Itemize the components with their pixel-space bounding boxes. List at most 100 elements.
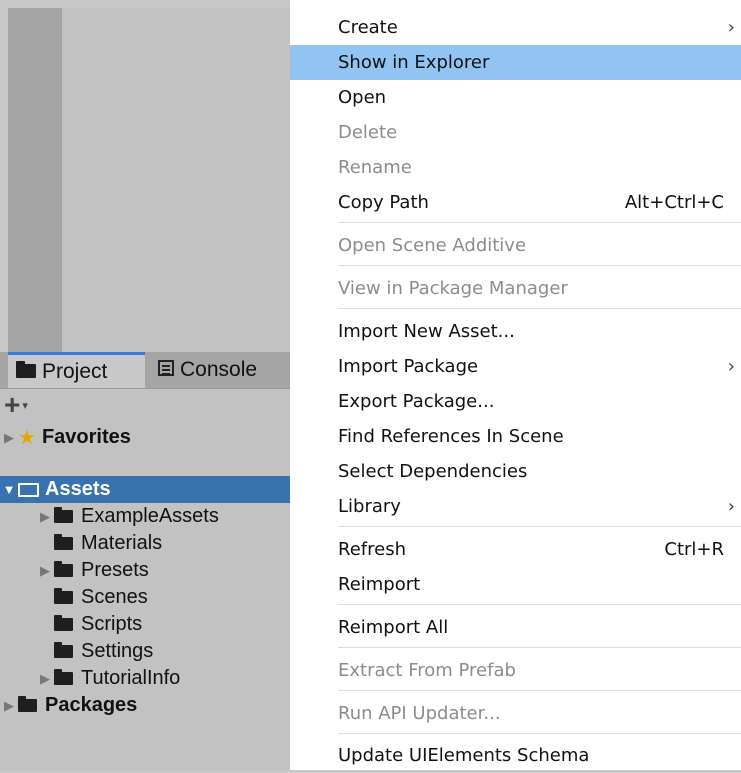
chevron-right-icon: ›: [727, 17, 735, 38]
tree-item-tutorialinfo[interactable]: ▶ TutorialInfo: [0, 665, 290, 692]
expand-arrow-icon[interactable]: ▶: [36, 671, 54, 687]
context-menu: Create › Show in Explorer Open Delete Re…: [290, 0, 741, 770]
menu-item-label: Delete: [338, 122, 398, 143]
menu-item-label: Copy Path: [338, 192, 429, 213]
expand-arrow-icon[interactable]: ▶: [36, 563, 54, 579]
folder-icon: [54, 507, 73, 523]
menu-item-label: Select Dependencies: [338, 461, 528, 482]
star-icon: ★: [18, 427, 36, 449]
menu-item-show-in-explorer[interactable]: Show in Explorer: [290, 45, 741, 80]
menu-item-label: Open: [338, 87, 387, 108]
folder-icon: [54, 561, 73, 577]
tree-item-label: Settings: [81, 640, 154, 662]
menu-item-label: Open Scene Additive: [338, 235, 527, 256]
menu-item-label: Import New Asset...: [338, 321, 515, 342]
menu-item-label: Find References In Scene: [338, 426, 564, 447]
menu-item-reimport-all[interactable]: Reimport All: [290, 610, 741, 645]
tree-item-presets[interactable]: ▶ Presets: [0, 557, 290, 584]
add-button[interactable]: +: [4, 391, 20, 419]
tree-item-label: ExampleAssets: [81, 505, 219, 527]
menu-item-label: Show in Explorer: [338, 52, 490, 73]
menu-item-label: View in Package Manager: [338, 278, 568, 299]
menu-item-open-scene-additive: Open Scene Additive: [290, 228, 741, 263]
menu-item-label: Export Package...: [338, 391, 495, 412]
project-panel: Project Console + ▾ ▶ ★ Favorites ▼ Asse…: [0, 352, 290, 770]
menu-separator: [338, 265, 741, 266]
project-toolbar: + ▾: [4, 391, 28, 419]
folder-icon: [54, 669, 73, 685]
menu-item-label: Extract From Prefab: [338, 660, 516, 681]
add-dropdown-icon[interactable]: ▾: [22, 399, 28, 412]
tree-item-label: Presets: [81, 559, 149, 581]
menu-item-view-in-package-manager: View in Package Manager: [290, 271, 741, 306]
tree-item-label: Materials: [81, 532, 163, 554]
expand-arrow-icon[interactable]: ▶: [36, 509, 54, 525]
tree-item-label: Scenes: [81, 586, 148, 608]
menu-item-copy-path[interactable]: Copy Path Alt+Ctrl+C: [290, 185, 741, 220]
folder-icon: [16, 360, 36, 384]
scene-view-strip: [8, 8, 62, 352]
menu-item-export-package[interactable]: Export Package...: [290, 384, 741, 419]
menu-item-label: Rename: [338, 157, 412, 178]
menu-item-update-uielements-schema[interactable]: Update UIElements Schema: [290, 738, 741, 773]
tree-item-label: TutorialInfo: [81, 667, 181, 689]
tree-item-label: Packages: [45, 694, 138, 716]
tab-console[interactable]: Console: [152, 352, 257, 388]
menu-item-select-dependencies[interactable]: Select Dependencies: [290, 454, 741, 489]
menu-item-import-package[interactable]: Import Package ›: [290, 349, 741, 384]
menu-item-shortcut: Ctrl+R: [664, 539, 724, 560]
menu-item-create[interactable]: Create ›: [290, 10, 741, 45]
menu-item-open[interactable]: Open: [290, 80, 741, 115]
expand-arrow-icon[interactable]: ▶: [0, 698, 18, 714]
folder-open-icon: [18, 482, 39, 497]
menu-separator: [338, 526, 741, 527]
tab-console-label: Console: [180, 358, 258, 381]
tab-project-label: Project: [42, 359, 108, 383]
expand-arrow-icon[interactable]: ▶: [0, 430, 18, 446]
menu-separator: [338, 604, 741, 605]
folder-icon: [54, 615, 73, 631]
tree-item-label: Assets: [45, 478, 111, 500]
menu-item-label: Run API Updater...: [338, 703, 501, 724]
menu-item-find-references-in-scene[interactable]: Find References In Scene: [290, 419, 741, 454]
menu-item-refresh[interactable]: Refresh Ctrl+R: [290, 532, 741, 567]
collapse-arrow-icon[interactable]: ▼: [0, 482, 18, 497]
menu-item-label: Reimport: [338, 574, 421, 595]
tree-item-packages[interactable]: ▶ Packages: [0, 692, 290, 719]
console-icon: [158, 358, 174, 382]
menu-item-label: Import Package: [338, 356, 479, 377]
tree-item-settings[interactable]: Settings: [0, 638, 290, 665]
menu-item-reimport[interactable]: Reimport: [290, 567, 741, 602]
chevron-right-icon: ›: [727, 356, 735, 377]
tab-project[interactable]: Project: [8, 352, 145, 388]
tree-item-scripts[interactable]: Scripts: [0, 611, 290, 638]
chevron-right-icon: ›: [727, 496, 735, 517]
menu-item-label: Refresh: [338, 539, 406, 560]
menu-separator: [338, 690, 741, 691]
folder-icon: [54, 642, 73, 658]
tree-item-label: Scripts: [81, 613, 143, 635]
tree-item-label: Favorites: [41, 426, 131, 448]
menu-item-label: Library: [338, 496, 401, 517]
menu-separator: [338, 647, 741, 648]
tree-item-materials[interactable]: Materials: [0, 530, 290, 557]
menu-separator: [338, 308, 741, 309]
tree-item-assets[interactable]: ▼ Assets: [0, 476, 290, 503]
menu-separator: [338, 222, 741, 223]
folder-icon: [54, 588, 73, 604]
menu-separator: [338, 733, 741, 734]
tree-item-exampleassets[interactable]: ▶ ExampleAssets: [0, 503, 290, 530]
tree-item-scenes[interactable]: Scenes: [0, 584, 290, 611]
menu-item-label: Create: [338, 17, 398, 38]
menu-item-library[interactable]: Library ›: [290, 489, 741, 524]
menu-item-rename: Rename: [290, 150, 741, 185]
menu-item-label: Reimport All: [338, 617, 449, 638]
menu-item-label: Update UIElements Schema: [338, 745, 590, 766]
menu-item-import-new-asset[interactable]: Import New Asset...: [290, 314, 741, 349]
tree-item-favorites[interactable]: ▶ ★ Favorites: [0, 424, 290, 451]
scene-view-area: [62, 8, 290, 352]
menu-item-run-api-updater: Run API Updater...: [290, 696, 741, 731]
folder-icon: [54, 534, 73, 550]
editor-background: Project Console + ▾ ▶ ★ Favorites ▼ Asse…: [0, 0, 290, 770]
panel-tabbar: Project Console: [0, 352, 290, 389]
